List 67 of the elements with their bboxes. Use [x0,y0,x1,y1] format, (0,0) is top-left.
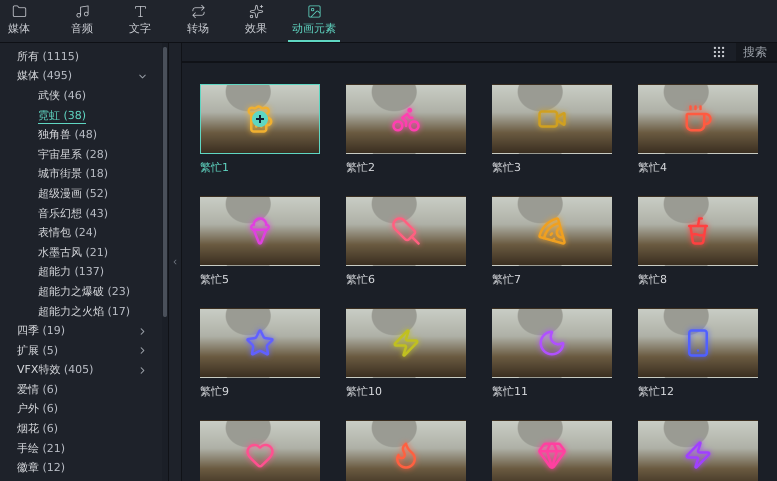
thumbnail-photo[interactable] [638,196,758,266]
item-label: 繁忙11 [492,384,528,399]
item-label: 繁忙6 [346,272,375,287]
grid-view-icon[interactable] [712,45,726,59]
add-button[interactable] [252,111,268,127]
thumbnail-photo[interactable] [492,308,612,378]
music-note-icon [74,4,90,19]
thumbnail-photo[interactable] [346,196,466,266]
item-label: 繁忙10 [346,384,382,399]
category-item[interactable]: 城市街景 (18) [38,166,108,182]
category-item[interactable]: 四季 (19) [17,323,66,340]
item-label: 繁忙9 [200,384,229,399]
thumbnail-photo[interactable] [200,84,320,154]
thumbnail-photo[interactable] [346,308,466,378]
item-label: 繁忙12 [638,384,674,399]
category-item[interactable]: 手绘 (21) [17,440,66,457]
category-item[interactable]: 超能力 (137) [38,264,104,280]
category-item[interactable]: 霓虹 (38) [38,108,86,124]
category-item[interactable]: 爱情 (6) [17,382,58,398]
tab[interactable]: 文字 [114,0,166,42]
thumbnail-photo[interactable] [346,84,466,154]
thumbnail-photo[interactable] [200,308,320,378]
thumbnail-photo[interactable] [492,196,612,266]
category-item[interactable]: 所有 (1115) [17,48,80,65]
item-label: 繁忙2 [346,160,375,175]
thumbnail-photo[interactable] [638,308,758,378]
swap-arrows-icon [190,4,206,19]
category-item[interactable]: 超能力之爆破 (23) [38,284,130,300]
item-label: 繁忙5 [200,272,229,287]
item-label: 繁忙1 [200,160,229,175]
folder-icon [12,4,26,19]
thumbnail-photo[interactable] [492,84,612,154]
category-item[interactable]: 烟花 (6) [17,421,58,438]
tab[interactable]: 音频 [56,0,108,42]
category-item[interactable]: VFX特效 (405) [17,362,94,378]
thumbnail-photo[interactable] [638,84,758,154]
category-item[interactable]: 音乐幻想 (43) [38,206,108,222]
category-item[interactable]: 表情包 (24) [38,225,98,242]
tab[interactable]: 转场 [172,0,224,42]
search-field[interactable]: 搜索 [736,43,777,61]
item-label: 繁忙4 [638,160,667,175]
scrollbar-thumb[interactable] [163,47,167,317]
category-item[interactable]: 媒体 (495) [17,68,72,84]
tab[interactable]: 动画元素 [288,0,340,42]
category-item[interactable]: 水墨古风 (21) [38,244,108,261]
thumbnail-photo[interactable] [200,420,320,481]
category-item[interactable]: 独角兽 (48) [38,127,98,144]
category-item[interactable]: 武侠 (46) [38,88,86,104]
tab[interactable]: 媒体 [4,0,34,42]
category-item[interactable]: 超级漫画 (52) [38,186,108,202]
plus-icon [255,114,265,124]
sparkle-icon [248,4,264,19]
thumbnail-photo[interactable] [200,196,320,266]
item-label: 繁忙8 [638,272,667,287]
tab[interactable]: 效果 [230,0,282,42]
category-item[interactable]: 徽章 (12) [17,460,66,476]
category-item[interactable]: 扩展 (5) [17,342,58,359]
thumbnail-photo[interactable] [638,420,758,481]
item-label: 繁忙3 [492,160,521,175]
category-item[interactable]: 超能力之火焰 (17) [38,304,130,320]
image-icon [306,4,322,19]
thumbnail-photo[interactable] [492,420,612,481]
category-item[interactable]: 宇宙星系 (28) [38,146,108,163]
category-item[interactable]: 户外 (6) [17,401,58,418]
text-icon [132,4,148,19]
item-label: 繁忙7 [492,272,521,287]
thumbnail-photo[interactable] [346,420,466,481]
